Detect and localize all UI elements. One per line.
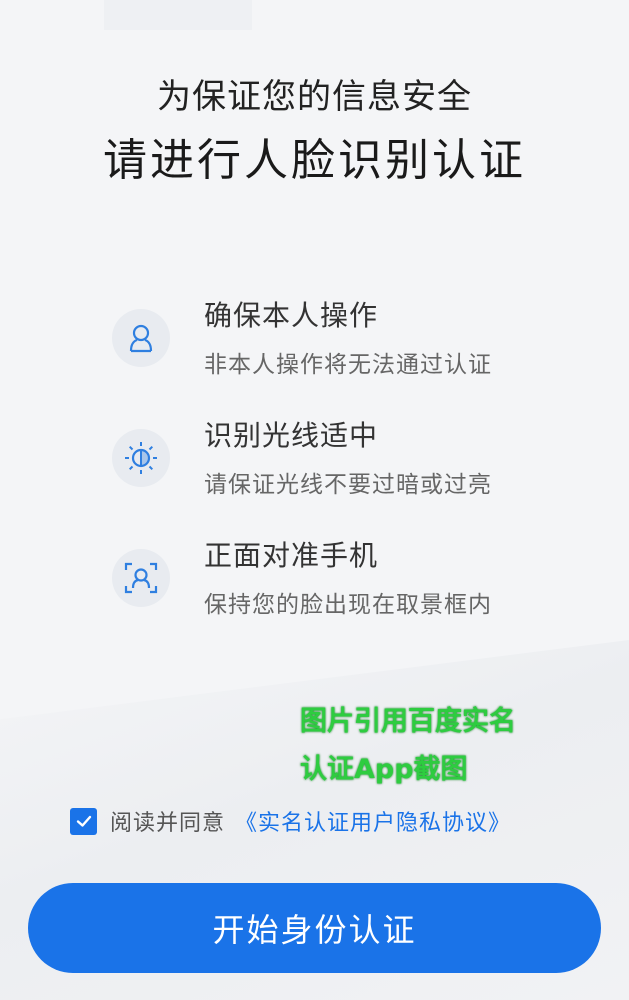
- light-icon: [112, 429, 170, 487]
- top-status-area: [104, 0, 252, 30]
- face-scan-icon: [112, 549, 170, 607]
- page-title: 请进行人脸识别认证: [103, 135, 526, 186]
- start-verification-button[interactable]: 开始身份认证: [28, 883, 601, 973]
- person-icon: [112, 309, 170, 367]
- start-button-label: 开始身份认证: [212, 911, 417, 949]
- tip-item-same-person: 确保本人操作 非本人操作将无法通过认证: [0, 295, 629, 395]
- tip-title: 正面对准手机: [204, 539, 379, 572]
- watermark-line1: 图片引用百度实名: [300, 706, 516, 737]
- header-subtitle: 为保证您的信息安全: [157, 77, 472, 117]
- tip-desc: 保持您的脸出现在取景框内: [204, 592, 492, 618]
- watermark-line2: 认证App截图: [300, 754, 468, 785]
- source-watermark: 图片引用百度实名 认证App截图: [300, 698, 560, 794]
- tip-item-face-camera: 正面对准手机 保持您的脸出现在取景框内: [0, 535, 629, 635]
- agreement-row: 阅读并同意 《实名认证用户隐私协议》: [70, 805, 511, 837]
- agreement-checkbox[interactable]: [70, 807, 97, 835]
- privacy-agreement-link[interactable]: 《实名认证用户隐私协议》: [235, 805, 511, 837]
- tip-desc: 请保证光线不要过暗或过亮: [204, 472, 492, 498]
- tip-item-lighting: 识别光线适中 请保证光线不要过暗或过亮: [0, 415, 629, 515]
- checkmark-icon: [76, 815, 91, 827]
- tip-title: 确保本人操作: [204, 299, 379, 332]
- agreement-text: 阅读并同意: [110, 811, 226, 836]
- tip-title: 识别光线适中: [204, 419, 379, 452]
- tip-desc: 非本人操作将无法通过认证: [204, 352, 492, 378]
- page-header: 为保证您的信息安全 请进行人脸识别认证: [0, 72, 629, 196]
